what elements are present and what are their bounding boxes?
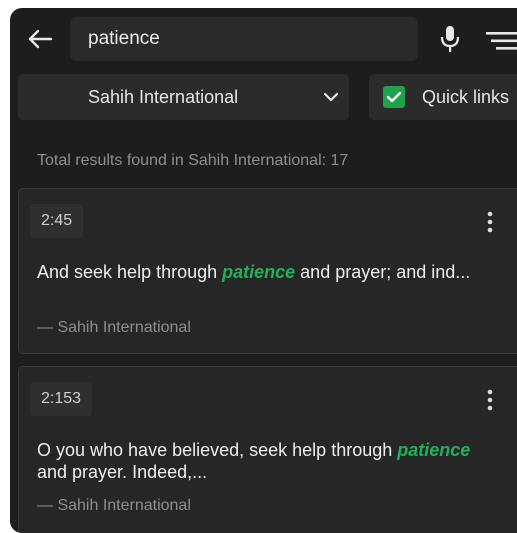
quick-links-label: Quick links: [422, 87, 510, 107]
microphone-icon: [440, 26, 460, 52]
quick-links-checkbox[interactable]: [383, 86, 405, 108]
kebab-menu-icon: [487, 211, 493, 233]
verse-text: And seek help through patience and praye…: [37, 261, 497, 283]
verse-text-before: And seek help through: [37, 262, 223, 282]
translation-source: — Sahih International: [37, 497, 191, 514]
search-input[interactable]: patience: [70, 17, 418, 61]
filter-button[interactable]: [484, 30, 517, 52]
search-screen: patience Sahih International Quick links…: [10, 8, 517, 533]
verse-text-after: and prayer. Indeed,...: [37, 462, 208, 482]
voice-search-button[interactable]: [440, 25, 460, 53]
verse-text: O you who have believed, seek help throu…: [37, 439, 497, 483]
kebab-menu-icon: [487, 389, 493, 411]
more-options-button[interactable]: [487, 211, 493, 233]
quick-links-toggle[interactable]: Quick links: [369, 74, 517, 120]
verse-reference-label: 2:45: [41, 212, 73, 229]
check-icon: [386, 91, 402, 103]
translation-selected: Sahih International: [88, 87, 239, 107]
filter-icon: [486, 32, 517, 50]
translation-source: — Sahih International: [37, 319, 191, 336]
back-button[interactable]: [24, 22, 56, 56]
search-query: patience: [88, 28, 160, 49]
results-count: Total results found in Sahih Internation…: [37, 152, 349, 169]
verse-text-after: and prayer; and ind...: [295, 262, 471, 282]
verse-reference[interactable]: 2:45: [30, 204, 84, 238]
result-card[interactable]: 2:45 And seek help through patience and …: [18, 188, 517, 354]
verse-reference-label: 2:153: [41, 390, 82, 407]
result-card[interactable]: 2:153 O you who have believed, seek help…: [18, 366, 517, 533]
chevron-down-icon: [323, 92, 339, 102]
arrow-left-icon: [28, 29, 53, 49]
top-bar: patience: [10, 8, 517, 74]
more-options-button[interactable]: [487, 389, 493, 411]
verse-reference[interactable]: 2:153: [30, 382, 93, 416]
translation-dropdown[interactable]: Sahih International: [18, 74, 349, 120]
search-match: patience: [222, 262, 296, 282]
verse-text-before: O you who have believed, seek help throu…: [37, 440, 398, 460]
search-match: patience: [397, 440, 471, 460]
